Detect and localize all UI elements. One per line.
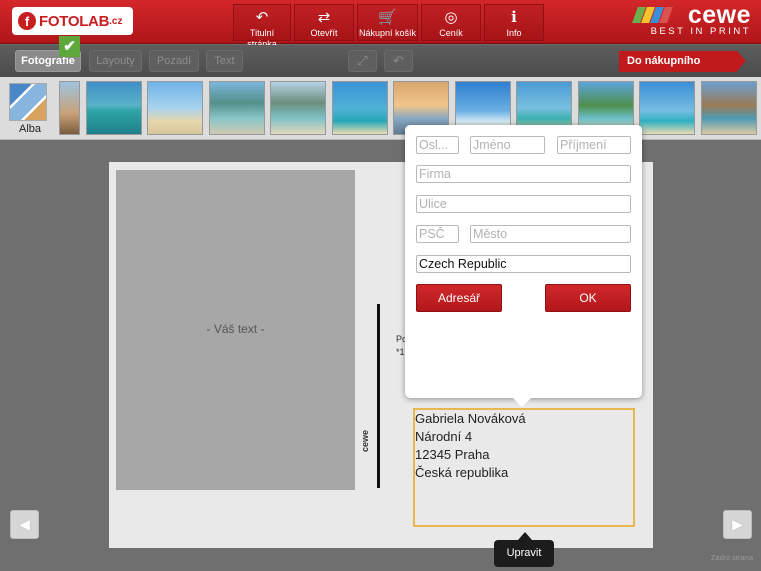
- albums-label: Alba: [18, 123, 42, 135]
- logo-tld: .cz: [109, 15, 123, 27]
- cewe-brand-logo: cewe BEST IN PRINT: [632, 1, 751, 39]
- first-name-field[interactable]: [470, 136, 545, 154]
- nav-cart-button[interactable]: 🛒 Nákupní košík: [357, 4, 418, 41]
- tab-text[interactable]: Text: [206, 50, 243, 72]
- photo-thumbnail[interactable]: [147, 81, 203, 135]
- photo-text-placeholder: - Váš text -: [206, 322, 265, 336]
- nav-open-button[interactable]: ⇄ Otevřít: [294, 4, 354, 41]
- company-field[interactable]: [416, 165, 631, 183]
- edit-tooltip-arrow: [518, 532, 532, 540]
- address-line: Gabriela Nováková: [415, 411, 526, 426]
- zip-field[interactable]: [416, 225, 459, 243]
- home-back-icon: ↶: [255, 9, 269, 26]
- address-line: Národní 4: [415, 429, 473, 444]
- albums-button[interactable]: Alba: [9, 83, 51, 139]
- ok-button[interactable]: OK: [545, 284, 631, 312]
- photo-thumbnail[interactable]: [701, 81, 757, 135]
- vertical-cewe-mark: cewe: [360, 429, 370, 452]
- photo-thumbnail[interactable]: [639, 81, 695, 135]
- pricing-icon: ◎: [444, 9, 458, 26]
- nav-info-button[interactable]: i Info: [484, 4, 544, 41]
- cewe-stripes-icon: [632, 7, 673, 23]
- info-icon: i: [511, 8, 517, 26]
- next-page-icon[interactable]: ▶: [723, 510, 752, 539]
- address-line: Česká republika: [415, 465, 509, 480]
- photo-thumbnail[interactable]: [59, 81, 80, 135]
- logo-text: FOTOLAB: [39, 12, 110, 30]
- nav-open-label: Otevřít: [310, 28, 338, 38]
- add-to-cart-button[interactable]: Do nákupního košíku: [619, 51, 746, 88]
- photo-thumbnail[interactable]: [209, 81, 265, 135]
- cart-icon: 🛒: [378, 9, 397, 26]
- nav-home-button[interactable]: ↶ Titulní stránka: [233, 4, 291, 49]
- fotolab-logo[interactable]: f FOTOLAB .cz: [12, 7, 133, 35]
- top-bar: f FOTOLAB .cz ↶ Titulní stránka ⇄ Otevří…: [0, 0, 761, 49]
- add-to-cart-arrow-icon: [737, 51, 746, 71]
- previous-page-icon[interactable]: ◀: [10, 510, 39, 539]
- undo-icon[interactable]: ↶: [384, 50, 413, 72]
- edit-button[interactable]: Upravit: [494, 540, 554, 567]
- nav-pricing-label: Ceník: [439, 28, 463, 38]
- popover-arrow: [512, 397, 532, 407]
- checkmark-icon: ✔: [59, 36, 80, 57]
- nav-cart-label: Nákupní košík: [358, 28, 417, 38]
- brand-tagline: BEST IN PRINT: [650, 26, 751, 37]
- open-icon: ⇄: [317, 9, 331, 26]
- nav-pricing-button[interactable]: ◎ Ceník: [421, 4, 481, 41]
- address-book-button[interactable]: Adresář: [416, 284, 502, 312]
- divider-line: [377, 304, 380, 488]
- tab-layouts[interactable]: Layouty: [89, 50, 142, 72]
- photo-thumbnail[interactable]: [332, 81, 388, 135]
- last-name-field[interactable]: [557, 136, 631, 154]
- address-line: 12345 Praha: [415, 447, 490, 462]
- tab-backgrounds[interactable]: Pozadí: [149, 50, 199, 72]
- photo-thumbnail[interactable]: [270, 81, 326, 135]
- fotolab-logo-icon: f: [18, 12, 36, 30]
- photo-thumbnail[interactable]: [86, 81, 142, 135]
- albums-icon: [9, 83, 47, 121]
- page-label: Zadní strana: [710, 553, 753, 562]
- address-text-box[interactable]: Gabriela Nováková Národní 4 12345 Praha …: [413, 408, 635, 527]
- add-to-cart-label: Do nákupního košíku: [619, 51, 737, 88]
- fit-to-screen-icon[interactable]: ⤢: [348, 50, 377, 72]
- city-field[interactable]: [470, 225, 631, 243]
- country-field[interactable]: [416, 255, 631, 273]
- nav-info-label: Info: [506, 28, 522, 38]
- street-field[interactable]: [416, 195, 631, 213]
- salutation-field[interactable]: [416, 136, 459, 154]
